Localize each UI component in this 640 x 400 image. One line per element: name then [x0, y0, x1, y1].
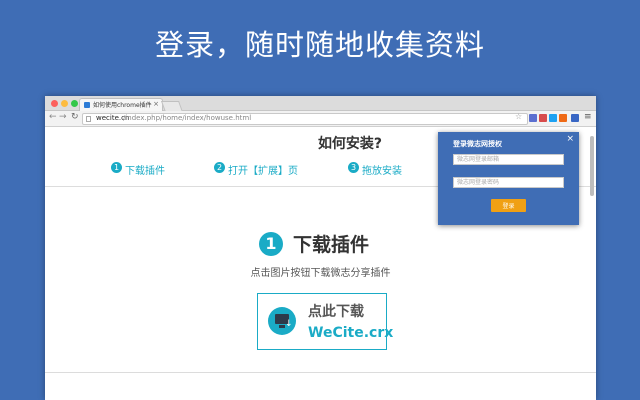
email-field[interactable] — [453, 154, 564, 165]
zoom-window-button[interactable] — [71, 100, 78, 107]
section-number: 1 — [259, 232, 283, 256]
url-path: /index.php/home/index/howuse.html — [123, 114, 252, 122]
popup-title: 登录微志网授权 — [453, 140, 502, 148]
download-filename: WeCite.crx — [308, 325, 394, 341]
page-icon — [86, 116, 91, 122]
close-icon[interactable]: × — [566, 134, 574, 144]
section-title: 下载插件 — [293, 234, 370, 256]
login-button[interactable]: 登录 — [491, 199, 526, 212]
back-arrow-icon[interactable]: ← — [49, 112, 57, 122]
headline: 登录，随时随地收集资料 — [154, 28, 485, 62]
menu-icon[interactable]: ≡ — [584, 112, 592, 122]
divider — [45, 372, 596, 373]
close-window-button[interactable] — [51, 100, 58, 107]
step-number: 2 — [214, 162, 225, 173]
step-number: 1 — [111, 162, 122, 173]
step-drag-install[interactable]: 3 拖放安装 — [348, 162, 402, 177]
download-button[interactable]: ↓ 点此下载 WeCite.crx — [257, 293, 393, 350]
browser-toolbar: ← → ↻ wecite.cn /index.php/home/index/ho… — [45, 111, 596, 127]
step-open-extensions[interactable]: 2 打开【扩展】页 — [214, 162, 298, 177]
favicon-icon — [84, 102, 90, 108]
extension-icon-blue[interactable] — [571, 114, 579, 122]
extension-icon-red[interactable] — [539, 114, 547, 122]
step-download-plugin[interactable]: 1 下载插件 — [111, 162, 165, 177]
extension-icon-office[interactable] — [559, 114, 567, 122]
forward-arrow-icon[interactable]: → — [59, 112, 67, 122]
minimize-window-button[interactable] — [61, 100, 68, 107]
download-monitor-icon: ↓ — [268, 307, 296, 335]
password-field[interactable] — [453, 177, 564, 188]
step-number: 3 — [348, 162, 359, 173]
tab-title: 如何使用chrome插件 — [93, 102, 152, 109]
tab-close-icon[interactable]: × — [153, 100, 159, 108]
browser-tab[interactable]: 如何使用chrome插件 × — [79, 98, 163, 112]
step-label: 下载插件 — [125, 166, 165, 177]
bookmark-star-icon[interactable]: ☆ — [515, 112, 522, 121]
tab-bar: 如何使用chrome插件 × — [45, 96, 596, 112]
download-label: 点此下载 — [308, 304, 364, 320]
address-bar[interactable]: wecite.cn /index.php/home/index/howuse.h… — [82, 113, 528, 125]
step-label: 打开【扩展】页 — [228, 166, 298, 177]
reload-icon[interactable]: ↻ — [71, 112, 79, 122]
section-subtitle: 点击图片按钮下载微志分享插件 — [250, 268, 391, 279]
extension-icon-wecite[interactable] — [529, 114, 537, 122]
login-popup: 登录微志网授权 × 登录 — [438, 132, 579, 225]
extension-icon-twitter[interactable] — [549, 114, 557, 122]
scrollbar[interactable] — [590, 136, 594, 196]
step-label: 拖放安装 — [362, 166, 402, 177]
